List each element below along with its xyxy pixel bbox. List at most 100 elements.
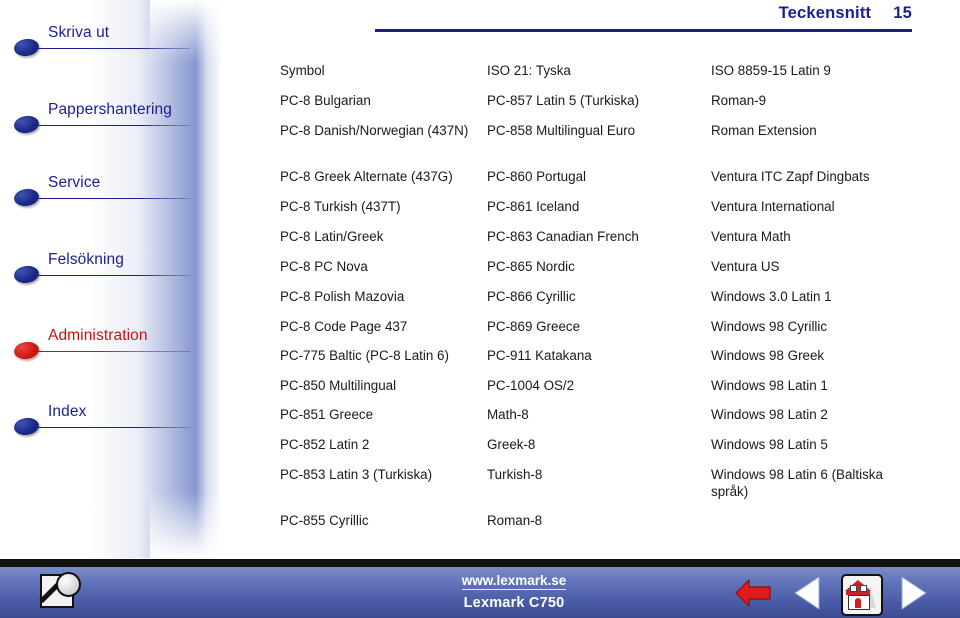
page-header: Teckensnitt 15 (779, 4, 912, 23)
table-cell: Windows 98 Latin 1 (711, 378, 828, 393)
sidebar-item-index[interactable]: Index (10, 403, 230, 437)
table-cell: PC-851 Greece (280, 407, 374, 422)
table-cell: Greek-8 (487, 437, 536, 452)
next-page-icon[interactable] (900, 576, 928, 610)
table-cell: PC-850 Multilingual (280, 378, 397, 393)
back-arrow-icon[interactable] (735, 578, 771, 608)
magnifier-lens (56, 572, 81, 597)
table-row: PC-8 Latin/Greek PC-863 Canadian French … (280, 228, 940, 258)
sidebar-item-rule (32, 48, 190, 49)
home-door (855, 598, 861, 608)
pdf-page: Skriva ut Pappershantering Service Felsö… (0, 0, 960, 618)
table-cell: PC-857 Latin 5 (Turkiska) (487, 93, 640, 108)
table-row: PC-851 Greece Math-8 Windows 98 Latin 2 (280, 406, 940, 436)
table-row: PC-8 Code Page 437 PC-869 Greece Windows… (280, 318, 940, 347)
table-row: Symbol ISO 21: Tyska ISO 8859-15 Latin 9 (280, 62, 940, 92)
table-cell: PC-858 Multilingual Euro (487, 123, 636, 138)
table-cell: Ventura US (711, 259, 780, 274)
table-cell: Math-8 (487, 407, 529, 422)
table-cell: Symbol (280, 63, 325, 78)
sidebar-item-rule (32, 275, 190, 276)
sidebar-item-felsokning[interactable]: Felsökning (10, 251, 230, 285)
table-row: PC-850 Multilingual PC-1004 OS/2 Windows… (280, 377, 940, 406)
table-cell: Ventura ITC Zapf Dingbats (711, 169, 870, 184)
previous-page-icon[interactable] (793, 576, 821, 610)
lexmark-website-link[interactable]: www.lexmark.se (461, 573, 567, 590)
header-divider (375, 29, 912, 32)
search-document-icon[interactable] (38, 571, 82, 613)
footer-links: www.lexmark.se Lexmark C750 (424, 572, 604, 611)
table-cell: PC-911 Katakana (487, 348, 592, 363)
table-row: PC-8 Polish Mazovia PC-866 Cyrillic Wind… (280, 288, 940, 318)
table-cell: PC-775 Baltic (PC-8 Latin 6) (280, 348, 449, 363)
table-cell: PC-865 Nordic (487, 259, 575, 274)
table-cell: PC-8 Danish/Norwegian (437N) (280, 123, 469, 138)
page-number: 15 (893, 4, 912, 22)
left-triangle-glyph (794, 576, 820, 610)
sidebar-item-rule (32, 427, 190, 428)
table-cell: Roman Extension (711, 123, 817, 138)
table-cell: PC-855 Cyrillic (280, 513, 369, 528)
sidebar-item-label: Service (48, 174, 101, 191)
table-cell: PC-8 Code Page 437 (280, 319, 408, 334)
home-dormer-left (850, 585, 857, 592)
table-cell: PC-863 Canadian French (487, 229, 639, 244)
table-cell: PC-869 Greece (487, 319, 581, 334)
table-cell: PC-1004 OS/2 (487, 378, 575, 393)
table-cell: Ventura Math (711, 229, 791, 244)
table-cell: Roman-8 (487, 513, 543, 528)
table-cell: Turkish-8 (487, 467, 543, 482)
table-row: PC-855 Cyrillic Roman-8 (280, 512, 940, 542)
page-title: Teckensnitt (778, 4, 872, 22)
table-cell: Windows 3.0 Latin 1 (711, 289, 832, 304)
sidebar-item-rule (32, 125, 190, 126)
table-row: PC-8 Turkish (437T) PC-861 Iceland Ventu… (280, 198, 940, 228)
back-arrow-glyph (735, 579, 771, 607)
footer-top-rule (0, 559, 960, 567)
home-dormer-right (860, 585, 867, 592)
table-row: PC-853 Latin 3 (Turkiska) Turkish-8 Wind… (280, 466, 940, 512)
table-cell: Ventura International (711, 199, 835, 214)
table-row: PC-8 Bulgarian PC-857 Latin 5 (Turkiska)… (280, 92, 940, 122)
printer-model-label: Lexmark C750 (463, 595, 565, 611)
table-cell: PC-8 Latin/Greek (280, 229, 384, 244)
sidebar-item-label: Pappershantering (48, 101, 172, 118)
header-title-row: Teckensnitt 15 (779, 4, 912, 23)
table-cell: Roman-9 (711, 93, 767, 108)
sidebar-item-label: Index (48, 403, 87, 420)
table-cell: PC-8 Greek Alternate (437G) (280, 169, 453, 184)
sidebar-item-pappershantering[interactable]: Pappershantering (10, 101, 230, 135)
table-cell: PC-861 Iceland (487, 199, 580, 214)
right-triangle-glyph (901, 576, 927, 610)
sidebar-item-rule (32, 351, 190, 352)
home-icon-frame (841, 574, 883, 616)
table-cell: Windows 98 Latin 5 (711, 437, 828, 452)
sidebar-navigation: Skriva ut Pappershantering Service Felsö… (0, 0, 248, 558)
table-cell: PC-8 Polish Mazovia (280, 289, 405, 304)
home-icon[interactable] (841, 574, 883, 616)
sidebar-item-label: Felsökning (48, 251, 124, 268)
symbol-set-table: Symbol ISO 21: Tyska ISO 8859-15 Latin 9… (280, 62, 940, 542)
table-cell: PC-8 Bulgarian (280, 93, 371, 108)
sidebar-item-rule (32, 198, 190, 199)
sidebar-item-label: Administration (48, 327, 148, 344)
sidebar-item-label: Skriva ut (48, 24, 110, 41)
table-cell: Windows 98 Greek (711, 348, 825, 363)
table-row: PC-852 Latin 2 Greek-8 Windows 98 Latin … (280, 436, 940, 466)
table-row: PC-8 PC Nova PC-865 Nordic Ventura US (280, 258, 940, 288)
table-cell: Windows 98 Latin 2 (711, 407, 828, 422)
table-cell: PC-860 Portugal (487, 169, 586, 184)
sidebar-item-administration[interactable]: Administration (10, 327, 230, 361)
sidebar-item-service[interactable]: Service (10, 174, 230, 208)
table-row: PC-775 Baltic (PC-8 Latin 6) PC-911 Kata… (280, 347, 940, 377)
table-row: PC-8 Danish/Norwegian (437N) PC-858 Mult… (280, 122, 940, 168)
table-row: PC-8 Greek Alternate (437G) PC-860 Portu… (280, 168, 940, 198)
table-cell: ISO 21: Tyska (487, 63, 571, 78)
table-cell: Windows 98 Cyrillic (711, 319, 828, 334)
sidebar-item-skriva-ut[interactable]: Skriva ut (10, 24, 230, 58)
table-cell: PC-853 Latin 3 (Turkiska) (280, 467, 433, 482)
table-cell: PC-866 Cyrillic (487, 289, 576, 304)
table-cell: PC-8 Turkish (437T) (280, 199, 401, 214)
table-cell: ISO 8859-15 Latin 9 (711, 63, 831, 78)
table-cell: PC-8 PC Nova (280, 259, 368, 274)
